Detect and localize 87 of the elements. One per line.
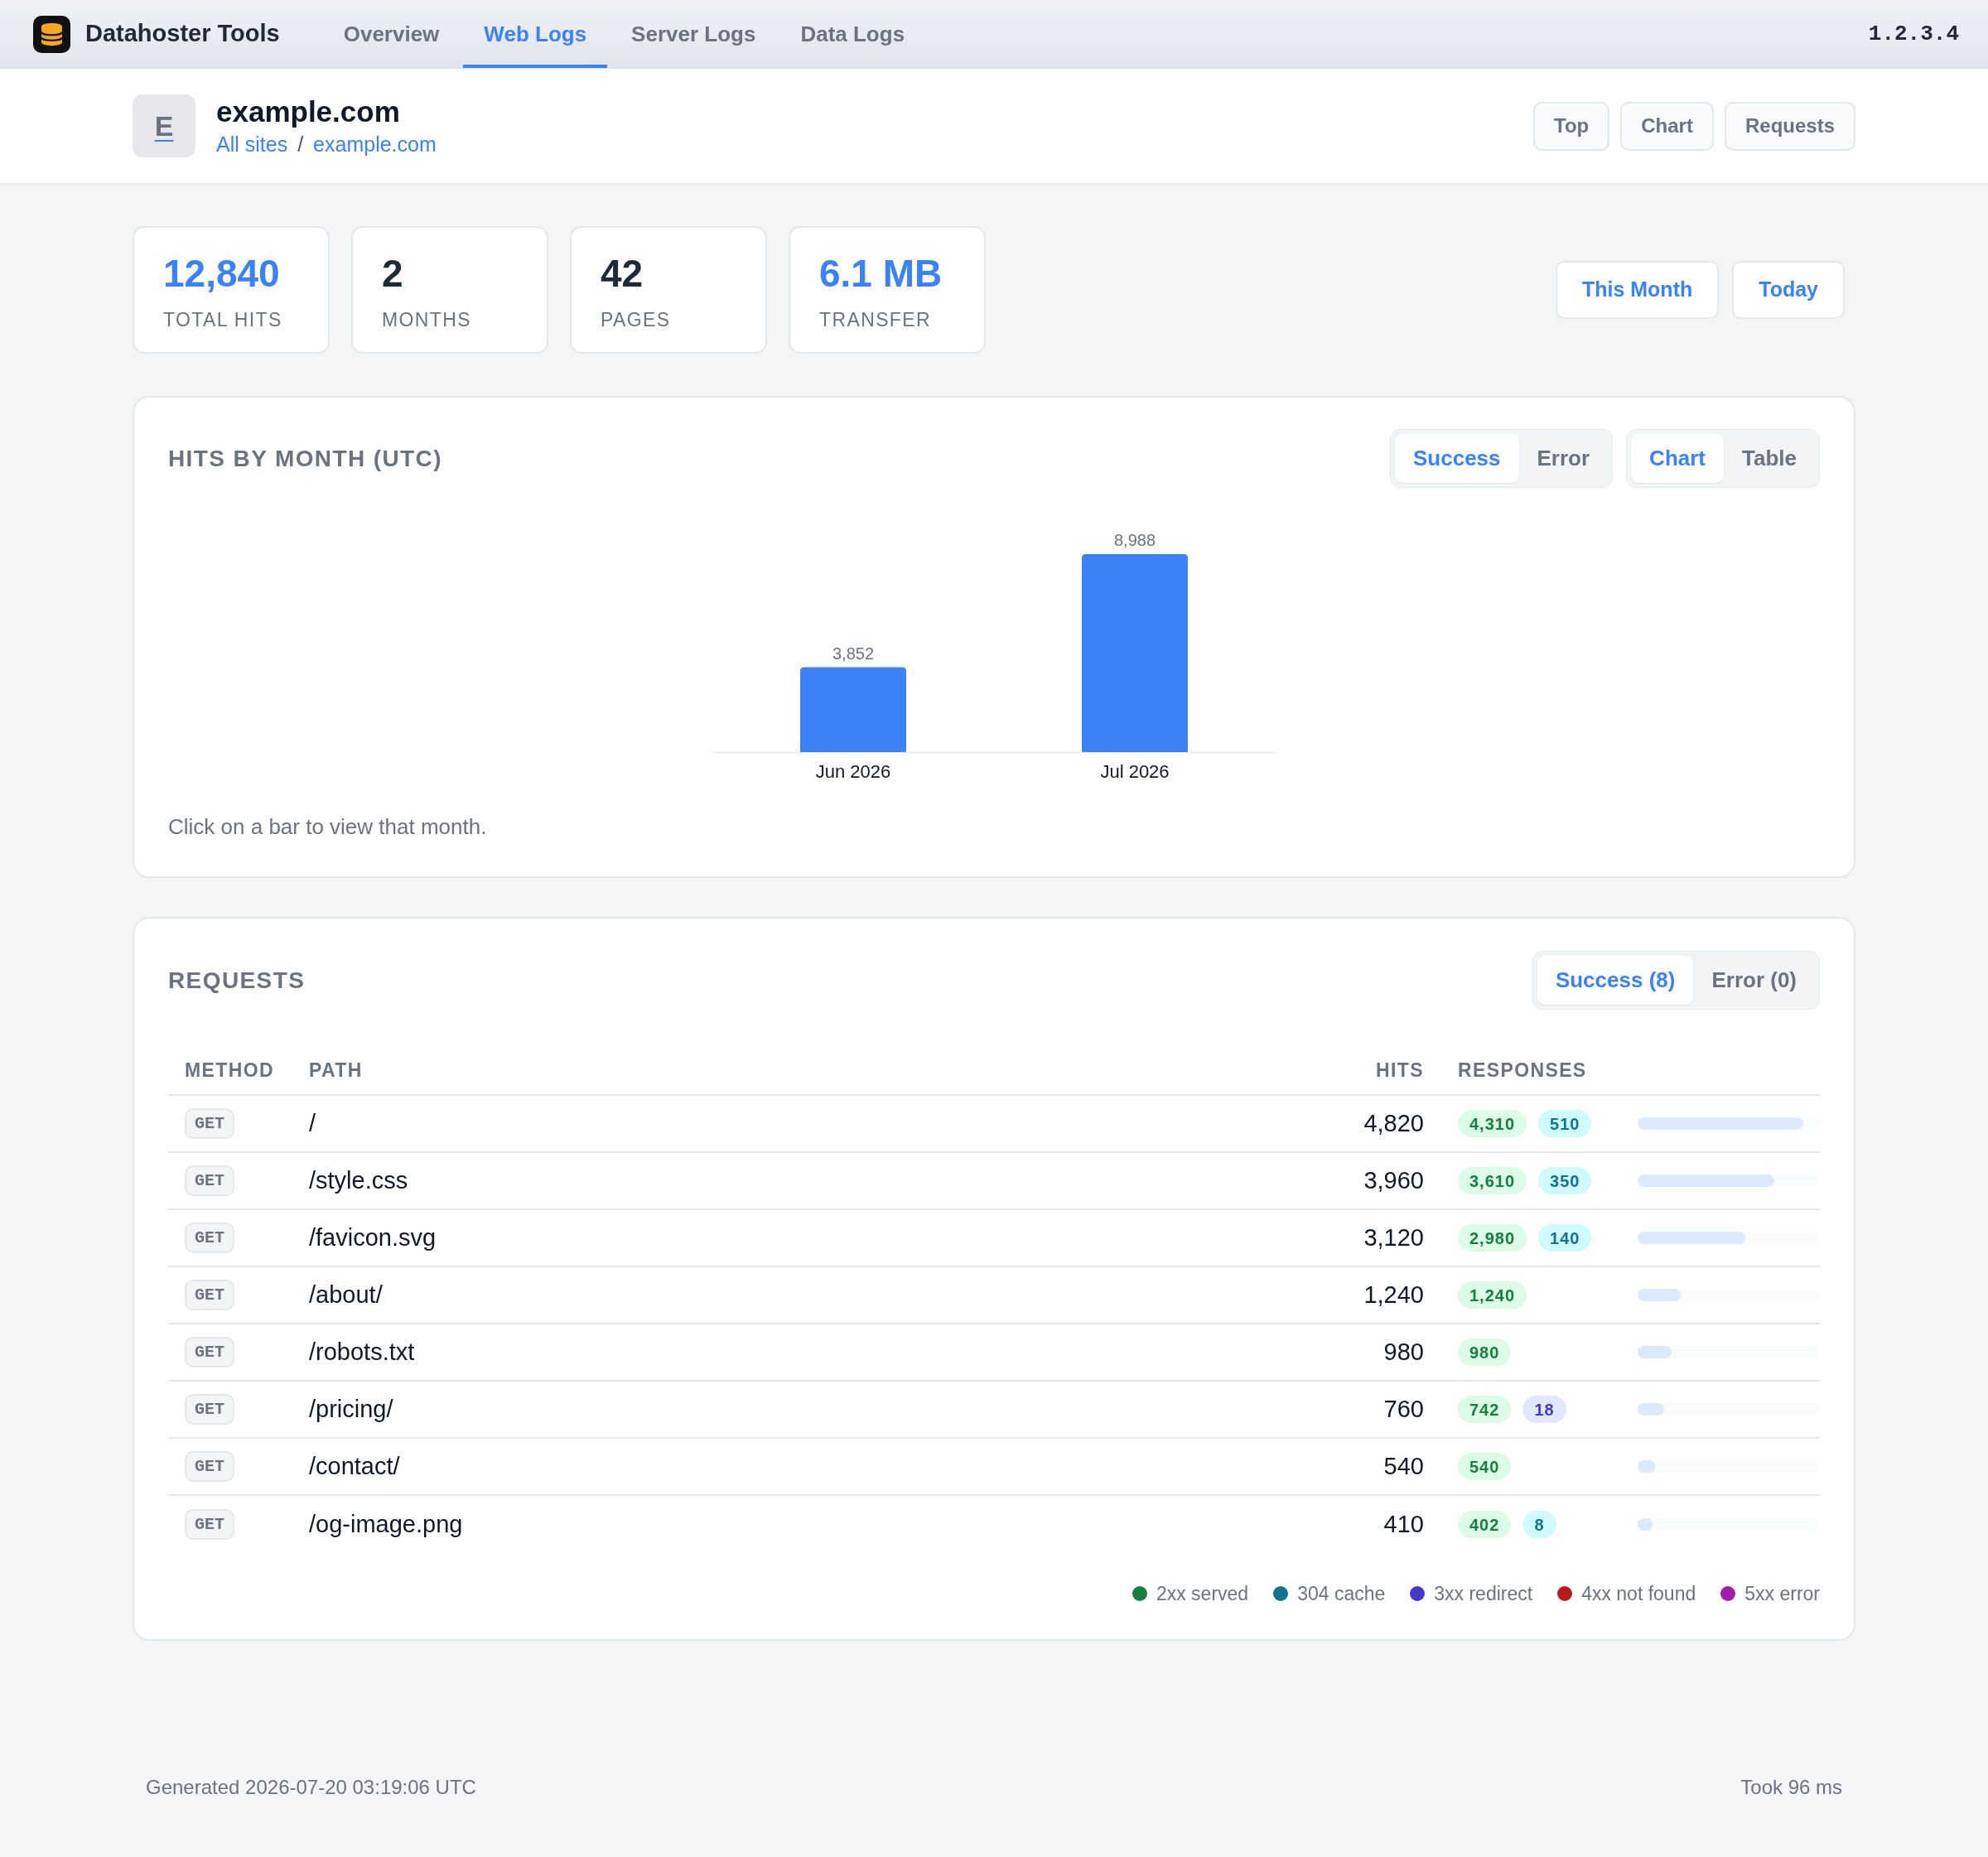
path-text: /contact/: [309, 1452, 400, 1479]
response-count-badge: 2,980: [1458, 1224, 1527, 1252]
response-count-badge: 3,610: [1458, 1167, 1527, 1194]
path-text: /pricing/: [309, 1395, 393, 1422]
section-title: HITS BY MONTH (UTC): [168, 444, 442, 473]
column-header: PATH: [309, 1059, 363, 1082]
hits-count: 540: [1383, 1452, 1424, 1479]
stat-value: 6.1 MB: [819, 252, 943, 295]
legend-label: 4xx not found: [1581, 1581, 1696, 1606]
response-count-badge: 1,240: [1458, 1281, 1527, 1309]
render-time: Took 96 ms: [1740, 1775, 1842, 1800]
stat-value: 12,840: [163, 252, 281, 295]
view-tab[interactable]: Chart: [1631, 434, 1724, 483]
response-count-badge: 18: [1522, 1396, 1566, 1423]
view-tab[interactable]: Table: [1724, 434, 1815, 483]
bar-value-label: 8,988: [1113, 531, 1156, 549]
version-label: 1.2.3.4: [1868, 20, 1960, 48]
response-count-badge: 742: [1458, 1396, 1512, 1423]
response-count-badge: 140: [1538, 1224, 1592, 1252]
hits-count: 980: [1383, 1338, 1424, 1365]
stat-label: TRANSFER: [819, 308, 932, 331]
response-count-badge: 510: [1538, 1110, 1592, 1137]
stat-label: MONTHS: [382, 308, 472, 331]
stat-value: 42: [601, 252, 644, 295]
response-count-badge: 350: [1538, 1167, 1592, 1194]
response-count-badge: 8: [1522, 1511, 1556, 1538]
jump-button[interactable]: Requests: [1724, 101, 1855, 151]
method-badge: GET: [185, 1337, 234, 1367]
response-count-badge: 402: [1458, 1511, 1512, 1538]
column-header: RESPONSES: [1458, 1059, 1587, 1082]
response-count-badge: 4,310: [1458, 1110, 1527, 1137]
path-text: /style.css: [309, 1166, 408, 1194]
hits-count: 1,240: [1363, 1281, 1424, 1308]
nav-tab[interactable]: Data Logs: [779, 0, 926, 68]
path-text: /favicon.svg: [309, 1223, 437, 1251]
site-title: example.com: [216, 94, 401, 129]
legend-label: 2xx served: [1156, 1581, 1249, 1606]
path-text: /og-image.png: [309, 1510, 463, 1537]
method-badge: GET: [185, 1451, 234, 1482]
bar-value-label: 3,852: [832, 644, 875, 663]
legend-label: 304 cache: [1297, 1581, 1386, 1606]
nav-tab[interactable]: Overview: [322, 0, 461, 68]
filter-tab[interactable]: Error: [1518, 434, 1609, 483]
method-badge: GET: [185, 1108, 234, 1139]
legend-label: 3xx redirect: [1434, 1581, 1533, 1606]
method-badge: GET: [185, 1509, 234, 1540]
legend-label: 5xx error: [1744, 1581, 1820, 1606]
method-badge: GET: [185, 1165, 234, 1196]
stat-label: PAGES: [601, 308, 672, 331]
site-avatar: E: [133, 94, 195, 157]
hits-count: 3,120: [1363, 1223, 1424, 1251]
chart-bar[interactable]: [800, 667, 906, 752]
hits-count: 3,960: [1363, 1166, 1424, 1194]
nav-tab[interactable]: Server Logs: [610, 0, 777, 68]
hits-count: 410: [1383, 1510, 1424, 1537]
range-button[interactable]: This Month: [1555, 261, 1720, 319]
breadcrumb-separator: /: [297, 132, 304, 157]
database-icon: [33, 15, 70, 53]
generated-timestamp: Generated 2026-07-20 03:19:06 UTC: [146, 1775, 476, 1800]
range-button[interactable]: Today: [1732, 261, 1845, 319]
section-title: REQUESTS: [168, 966, 306, 995]
method-badge: GET: [185, 1394, 234, 1425]
response-count-badge: 540: [1458, 1453, 1512, 1480]
axis-label: Jun 2026: [815, 761, 891, 782]
stat-label: TOTAL HITS: [163, 308, 283, 331]
jump-button[interactable]: Chart: [1620, 101, 1714, 151]
path-text: /robots.txt: [309, 1338, 415, 1365]
response-count-badge: 980: [1458, 1338, 1512, 1366]
chart-bar[interactable]: [1082, 554, 1188, 752]
brand-name: Datahoster Tools: [85, 19, 280, 49]
filter-tab[interactable]: Success: [1395, 434, 1519, 483]
path-text: /about/: [309, 1281, 383, 1308]
method-badge: GET: [185, 1223, 234, 1253]
jump-button[interactable]: Top: [1533, 101, 1610, 151]
status-tab[interactable]: Error (0): [1693, 956, 1815, 1005]
breadcrumb-link[interactable]: example.com: [313, 131, 437, 157]
hits-count: 4,820: [1363, 1109, 1424, 1136]
hits-count: 760: [1383, 1395, 1424, 1422]
axis-label: Jul 2026: [1100, 761, 1170, 782]
status-tab[interactable]: Success (8): [1537, 956, 1694, 1005]
path-text: /: [309, 1109, 316, 1136]
chart-hint: Click on a bar to view that month.: [168, 814, 488, 839]
column-header: METHOD: [185, 1059, 274, 1082]
stat-value: 2: [382, 252, 404, 295]
breadcrumb-link[interactable]: All sites: [216, 131, 288, 157]
method-badge: GET: [185, 1280, 234, 1310]
column-header: HITS: [1376, 1059, 1424, 1082]
